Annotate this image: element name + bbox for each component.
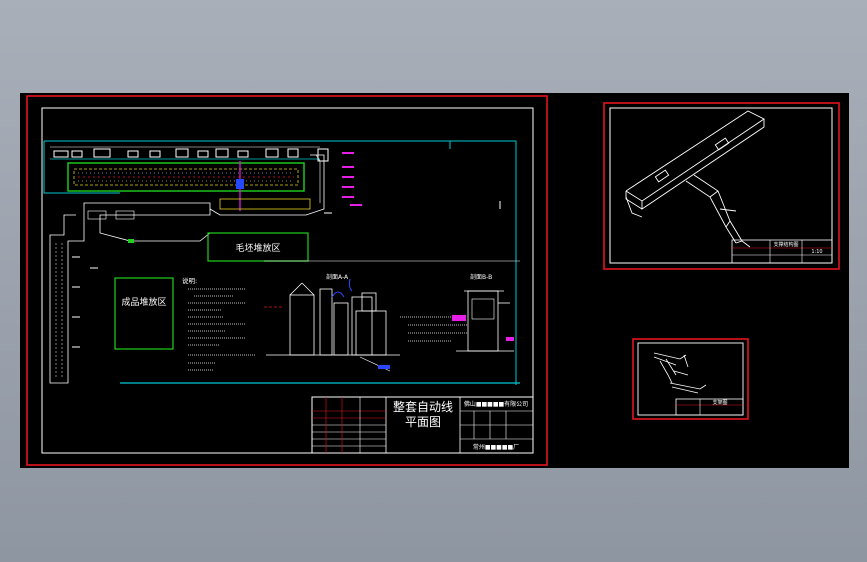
main-sheet-border: [26, 95, 548, 466]
zone-blank-storage: 毛坯堆放区: [207, 232, 309, 262]
company-name: 佛山■■■■■有限公司: [464, 400, 528, 408]
production-line: [67, 161, 305, 211]
bracket-3d-icon: [653, 352, 707, 394]
notes-block-2: [400, 315, 468, 342]
title-line-1: 整套自动线: [393, 399, 453, 414]
zone-finished-label: 成品堆放区: [121, 296, 166, 308]
notes-title: 说明:: [182, 276, 197, 285]
detail-sheet-2: 支架图: [632, 338, 749, 420]
notes-block: 说明:: [182, 276, 256, 371]
detail-1-scale: 1:10: [811, 249, 822, 255]
main-drawing-frame: [41, 107, 534, 454]
detail-2-title-block: 支架图: [675, 398, 744, 416]
client-name: 常州■■■■■厂: [473, 443, 519, 451]
title-block: 整套自动线 平面图 佛山■■■■■有限公司 常州■■■■■厂: [311, 396, 534, 454]
cad-viewport[interactable]: 成品堆放区 毛坯堆放区 说明: 剖面A-A 剖面B-B 整套自动线 平面图 佛山…: [20, 93, 849, 468]
detail-2-border: [632, 338, 749, 420]
cad-drawing-canvas[interactable]: 成品堆放区 毛坯堆放区 说明: 剖面A-A 剖面B-B 整套自动线 平面图 佛山…: [20, 93, 849, 468]
zone-blank-label: 毛坯堆放区: [235, 242, 280, 254]
equipment-row: [50, 146, 329, 162]
left-conveyor: [49, 202, 211, 384]
detail-1-title: 支撑结构图: [773, 241, 798, 248]
section-b-b: 剖面B-B: [456, 273, 514, 352]
main-sheet: 成品堆放区 毛坯堆放区 说明: 剖面A-A 剖面B-B 整套自动线 平面图 佛山…: [26, 95, 548, 466]
crossbeam-3d-icon: [625, 110, 765, 248]
magenta-legend: [342, 152, 362, 206]
detail-sheet-1: 支撑结构图 1:10: [603, 102, 840, 270]
detail-1-title-block: 支撑结构图 1:10: [731, 239, 833, 264]
zone-finished-products: 成品堆放区: [114, 277, 174, 350]
section-b-label: 剖面B-B: [470, 273, 492, 281]
section-a-label: 剖面A-A: [326, 273, 349, 281]
title-line-2: 平面图: [405, 415, 441, 429]
detail-2-title: 支架图: [712, 399, 727, 406]
section-a-a: 剖面A-A: [264, 273, 400, 372]
